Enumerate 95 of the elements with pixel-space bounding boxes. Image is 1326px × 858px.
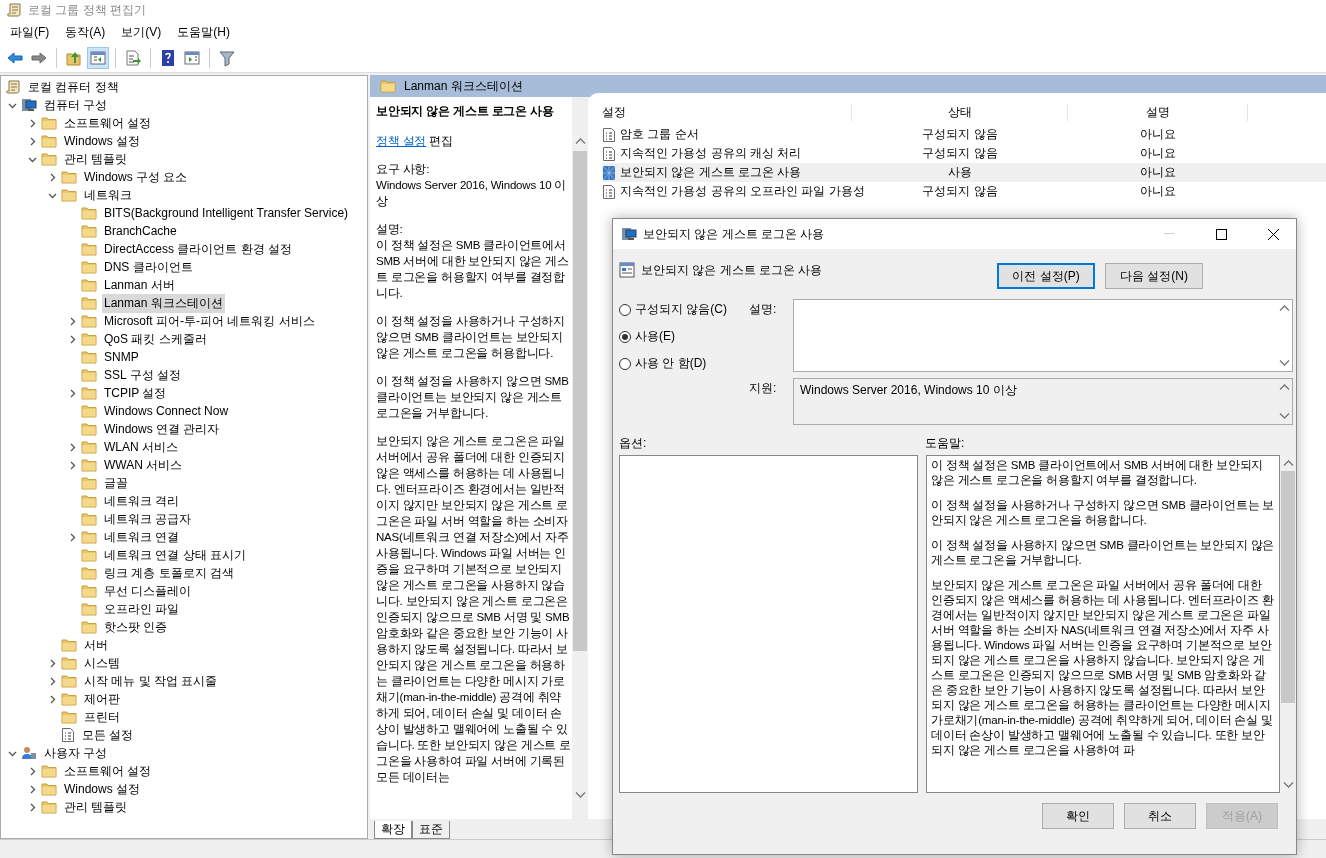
- policy-state: 사용: [947, 164, 973, 181]
- radio-label[interactable]: 구성되지 않음(C): [635, 301, 727, 318]
- dialog-button[interactable]: 확인: [1042, 803, 1114, 829]
- tree-item[interactable]: 프린터: [82, 707, 122, 727]
- tree-item[interactable]: 관리 템플릿: [62, 797, 130, 817]
- tree-item[interactable]: Windows 구성 요소: [82, 167, 190, 187]
- tree-item[interactable]: Windows 연결 관리자: [102, 419, 222, 439]
- support-label: 지원:: [749, 380, 778, 397]
- policy-row[interactable]: 암호 그룹 순서 구성되지 않음 아니요: [602, 125, 1326, 144]
- menu-item[interactable]: 파일(F): [2, 20, 58, 44]
- menu-item[interactable]: 보기(V): [113, 20, 170, 44]
- tree-item[interactable]: 서버: [82, 635, 110, 655]
- tree-item[interactable]: SSL 구성 설정: [102, 365, 183, 385]
- tree-item[interactable]: Microsoft 피어-투-피어 네트워킹 서비스: [102, 311, 317, 331]
- policy-row[interactable]: 지속적인 가용성 공유의 오프라인 파일 가용성 구성되지 않음 아니요: [602, 182, 1326, 201]
- tree-item[interactable]: 시스템: [82, 653, 122, 673]
- policy-name: 암호 그룹 순서: [620, 126, 699, 143]
- tree-item[interactable]: WLAN 서비스: [102, 437, 180, 457]
- help-text: 이 정책 설정은 SMB 클라이언트에서 SMB 서버에 대한 보안되지 않은 게스트 로그온을 허용할지 여부를 결정합니다.: [931, 458, 1265, 488]
- policy-heading: 보안되지 않은 게스트 로그온 사용: [641, 262, 824, 279]
- policy-title: 보안되지 않은 게스트 로그온 사용: [376, 103, 555, 119]
- view-tab[interactable]: 확장: [374, 821, 412, 839]
- description-text: 보안되지 않은 게스트 로그온은 파일 서버에서 공유 폴더에 대한 인증되지 않은 액세스를 허용하는 데 사용됩니다. 엔터프라이즈 환경에서는 일반적이지 않지만 보안되지 않은 게스트 로그온은 파일 서버 역할을 하는 소비자 NAS(네트워크 연결 저장소)에서 자주 사용됩니다. Windows 파일 서버는 인증을 요구하며 기본적으로 보안되지 않은 게스트 로그온을 사용하지 않습니다. 보안되지 않은 게스트 로그온은 인증되지 않으므로 SMB 서명 및 SMB 암호화와 같은 중요한 보안 기능이 사용하지 않도록 설정됩니다. 따라서 보안되지 않은 게스트 로그온을 허용하는 클라이언트는 다양한 메시지 가로채기(man-in-the-middle) 공격에 취약하게 되어, 데이터 손실 및 데이터 손상이 발생하고 맬웨어에 노출될 수 있습니다. 또한 보안되지 않은 게스트 로그온을 사용하여 파일 서버에 기록된 모든 데이터는: [376, 434, 572, 785]
- tree-item[interactable]: WWAN 서비스: [102, 455, 185, 475]
- policy-comment: 아니요: [1139, 183, 1177, 200]
- tree-item[interactable]: Windows 설정: [62, 131, 142, 151]
- view-tab[interactable]: 표준: [412, 821, 450, 839]
- tree-item[interactable]: 로컬 컴퓨터 정책: [26, 77, 121, 97]
- column-header[interactable]: 상태: [852, 103, 1068, 121]
- tree-item[interactable]: DirectAccess 클라이언트 환경 설정: [102, 239, 294, 259]
- tree-item[interactable]: 사용자 구성: [42, 743, 110, 763]
- policy-row[interactable]: 보안되지 않은 게스트 로그온 사용 사용 아니요: [602, 163, 1326, 182]
- policy-row[interactable]: 지속적인 가용성 공유의 캐싱 처리 구성되지 않음 아니요: [602, 144, 1326, 163]
- section-title: Lanman 워크스테이션: [404, 77, 523, 95]
- requirements-text: Windows Server 2016, Windows 10 이상: [376, 178, 568, 209]
- tree-item[interactable]: 네트워크: [82, 185, 134, 205]
- tree-item[interactable]: 네트워크 격리: [102, 491, 182, 511]
- tree-item[interactable]: Lanman 워크스테이션: [102, 293, 225, 313]
- tree-item[interactable]: 글꼴: [102, 473, 130, 493]
- tree-item[interactable]: 오프라인 파일: [102, 599, 182, 619]
- options-label: 옵션:: [619, 435, 648, 452]
- radio-label[interactable]: 사용 안 함(D): [635, 355, 707, 372]
- tree-item[interactable]: Windows 설정: [62, 779, 142, 799]
- tree-item[interactable]: Lanman 서버: [102, 275, 177, 295]
- help-text: 보안되지 않은 게스트 로그온은 파일 서버에서 공유 폴더에 대한 인증되지 않은 액세스를 허용하는 데 사용됩니다. 엔터프라이즈 환경에서는 일반적이지 않지만 보안되지 않은 게스트 로그온은 파일 서버 역할을 하는 소비자 NAS(네트워크 연결 저장소)에서 자주 사용됩니다. Windows 파일 서버는 인증을 요구하며 기본적으로 보안되지 않은 게스트 로그온을 사용하지 않습니다. 보안되지 않은 게스트 로그온은 인증되지 않으므로 SMB 서명 및 SMB 암호화와 같은 중요한 보안 기능이 사용하지 않도록 설정됩니다. 따라서 보안되지 않은 게스트 로그온을 허용하는 클라이언트는 다양한 메시지 가로채기(man-in-the-middle) 공격에 취약하게 되어, 데이터 손실 및 데이터 손상이 발생하고 맬웨어에 노출될 수 있습니다. 또한 보안되지 않은 게스트 로그온을 사용하여 파: [931, 578, 1275, 758]
- help-text: 이 정책 설정을 사용하거나 구성하지 않으면 SMB 클라이언트는 보안되지 않은 게스트 로그온을 허용합니다.: [931, 498, 1275, 528]
- tree-item[interactable]: DNS 클라이언트: [102, 257, 195, 277]
- tree-item[interactable]: 네트워크 공급자: [102, 509, 194, 529]
- tree-item[interactable]: 네트워크 연결 상태 표시기: [102, 545, 248, 565]
- nav-button[interactable]: 다음 설정(N): [1105, 263, 1203, 289]
- tree-item[interactable]: 시작 메뉴 및 작업 표시줄: [82, 671, 220, 691]
- description-text: 이 정책 설정을 사용하지 않으면 SMB 클라이언트는 보안되지 않은 게스트 로그온을 거부합니다.: [376, 374, 570, 421]
- tree-item[interactable]: 소프트웨어 설정: [62, 761, 154, 781]
- tree-item[interactable]: 컴퓨터 구성: [42, 95, 110, 115]
- tree-item[interactable]: 제어판: [82, 689, 122, 709]
- tree-item[interactable]: 관리 템플릿: [62, 149, 130, 169]
- nav-button[interactable]: 이전 설정(P): [997, 263, 1095, 289]
- tree-item[interactable]: 핫스팟 인증: [102, 617, 170, 637]
- dialog-button[interactable]: 취소: [1124, 803, 1196, 829]
- help-text: 이 정책 설정을 사용하지 않으면 SMB 클라이언트는 보안되지 않은 게스트 로그온을 거부합니다.: [931, 538, 1275, 568]
- tree-item[interactable]: 모든 설정: [80, 725, 136, 745]
- tree-item[interactable]: BITS(Background Intelligent Transfer Service): [102, 205, 351, 221]
- description-text: 이 정책 설정을 사용하거나 구성하지 않으면 SMB 클라이언트는 보안되지 않은 게스트 로그온을 허용합니다.: [376, 314, 566, 361]
- policy-name: 지속적인 가용성 공유의 캐싱 처리: [620, 145, 802, 162]
- policy-comment: 아니요: [1139, 164, 1177, 181]
- policy-name: 보안되지 않은 게스트 로그온 사용: [620, 164, 802, 181]
- comment-label: 설명:: [749, 301, 778, 318]
- policy-state: 구성되지 않음: [921, 145, 999, 162]
- description-text: 이 정책 설정은 SMB 클라이언트에서 SMB 서버에 대한 보안되지 않은 게스트 로그온을 허용할지 여부를 결정합니다.: [376, 238, 570, 301]
- tree-item[interactable]: 네트워크 연결: [102, 527, 182, 547]
- help-label: 도움말:: [925, 435, 966, 452]
- policy-link[interactable]: 정책 설정: [376, 135, 427, 147]
- window-title: 로컬 그룹 정책 편집기: [28, 1, 146, 19]
- policy-state: 구성되지 않음: [921, 126, 999, 143]
- policy-comment: 아니요: [1139, 126, 1177, 143]
- tree-item[interactable]: 무선 디스플레이: [102, 581, 194, 601]
- column-header[interactable]: 설정: [602, 103, 852, 121]
- column-header[interactable]: 설명: [1068, 103, 1248, 121]
- requirements-label: 요구 사항:: [376, 162, 431, 177]
- tree-item[interactable]: SNMP: [102, 349, 141, 365]
- menu-item[interactable]: 동작(A): [57, 20, 114, 44]
- radio-label[interactable]: 사용(E): [635, 328, 675, 345]
- tree-item[interactable]: QoS 패킷 스케줄러: [102, 329, 209, 349]
- tree-item[interactable]: 소프트웨어 설정: [62, 113, 154, 133]
- edit-line: 정책 설정 편집: [376, 134, 454, 149]
- tree-item[interactable]: 링크 계층 토폴로지 검색: [102, 563, 236, 583]
- menu-item[interactable]: 도움말(H): [169, 20, 238, 44]
- dialog-title: 보안되지 않은 게스트 로그온 사용: [643, 225, 826, 243]
- tree-item[interactable]: Windows Connect Now: [102, 403, 231, 419]
- tree-item[interactable]: BranchCache: [102, 223, 179, 239]
- tree-item[interactable]: TCPIP 설정: [102, 383, 169, 403]
- policy-comment: 아니요: [1139, 145, 1177, 162]
- support-text: Windows Server 2016, Windows 10 이상: [800, 383, 1017, 397]
- description-label: 설명:: [376, 222, 404, 237]
- policy-name: 지속적인 가용성 공유의 오프라인 파일 가용성: [620, 183, 865, 200]
